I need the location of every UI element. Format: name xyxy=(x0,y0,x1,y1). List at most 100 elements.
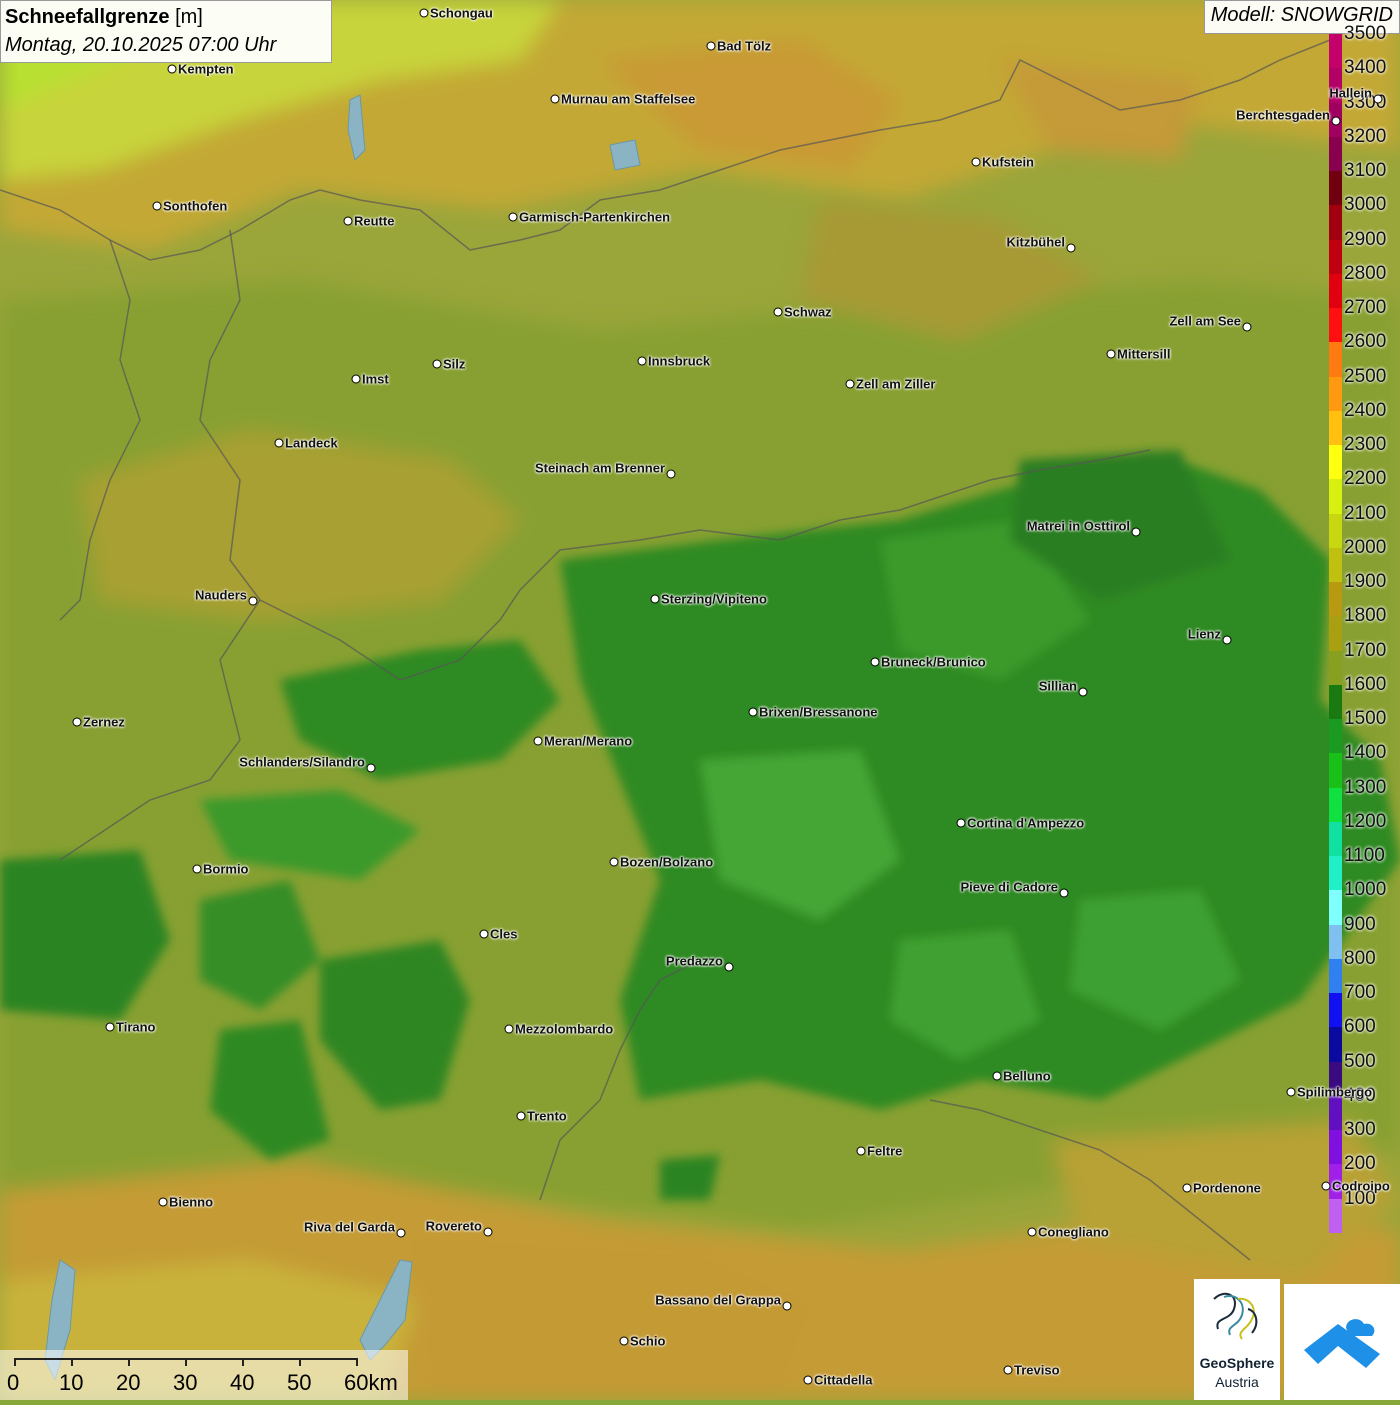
legend-label: 2500 xyxy=(1344,365,1387,387)
city-dot-icon xyxy=(1182,1183,1192,1193)
legend-swatch xyxy=(1329,136,1342,172)
city-dot-icon xyxy=(396,1228,406,1238)
city-dot-icon xyxy=(971,157,981,167)
city-dot-icon xyxy=(870,657,880,667)
legend-label: 1000 xyxy=(1344,879,1387,901)
legend-label: 2100 xyxy=(1344,502,1387,524)
legend-swatch xyxy=(1329,616,1342,651)
city-dot-icon xyxy=(516,1111,526,1121)
legend-swatch xyxy=(1329,890,1342,925)
city-label: Zell am Ziller xyxy=(856,376,936,392)
legend-swatch xyxy=(1329,410,1342,446)
city-dot-icon xyxy=(1027,1227,1037,1237)
legend-label: 500 xyxy=(1344,1050,1376,1072)
legend-label: 800 xyxy=(1344,947,1376,969)
scale-tick xyxy=(242,1358,244,1366)
legend-swatch xyxy=(1329,479,1342,514)
city-label: Sterzing/Vipiteno xyxy=(661,591,767,607)
legend-swatch xyxy=(1329,582,1342,617)
city-label: Feltre xyxy=(867,1143,903,1159)
city-label: Schongau xyxy=(430,5,493,21)
city-dot-icon xyxy=(782,1301,792,1311)
city-label: Belluno xyxy=(1003,1068,1051,1084)
legend-label: 700 xyxy=(1344,982,1376,1004)
city-label: Landeck xyxy=(285,435,338,451)
city-label: Mezzolombardo xyxy=(515,1021,614,1037)
city-label: Hallein xyxy=(1329,85,1372,101)
color-legend: 3500 3400 3300 3200 3100 3000 2900 2800 2700 2600… xyxy=(1329,23,1400,1233)
legend-label: 200 xyxy=(1344,1153,1376,1175)
city-dot-icon xyxy=(992,1071,1002,1081)
city-label: Lienz xyxy=(1187,626,1221,642)
scale-bar: 0 10 20 30 40 50 60km xyxy=(0,1350,408,1400)
city-dot-icon xyxy=(1106,349,1116,359)
logo-line-1: GeoSphere xyxy=(1199,1355,1275,1371)
legend-swatch xyxy=(1329,787,1342,822)
legend-label: 2000 xyxy=(1344,536,1387,558)
city-dot-icon xyxy=(619,1336,629,1346)
legend-swatch xyxy=(1329,273,1342,309)
legend-label: 2200 xyxy=(1344,468,1387,490)
city-dot-icon xyxy=(773,307,783,317)
city-label: Sillian xyxy=(1038,678,1077,694)
legend-label: 1200 xyxy=(1344,810,1387,832)
city-dot-icon xyxy=(1078,687,1088,697)
city-label: Kufstein xyxy=(982,154,1034,170)
legend-label: 600 xyxy=(1344,1016,1376,1038)
scale-label: 0 xyxy=(7,1370,20,1395)
city-label: Cortina d'Ampezzo xyxy=(967,815,1085,831)
city-dot-icon xyxy=(1131,527,1141,537)
city-label: Predazzo xyxy=(665,953,723,969)
legend-label: 3000 xyxy=(1344,194,1387,216)
city-dot-icon xyxy=(167,64,177,74)
city-label: Bienno xyxy=(169,1194,214,1210)
legend-label: 2800 xyxy=(1344,262,1387,284)
city-dot-icon xyxy=(724,962,734,972)
city-label: Nauders xyxy=(194,587,247,603)
city-dot-icon xyxy=(274,438,284,448)
legend-swatch xyxy=(1329,924,1342,959)
city-label: Reutte xyxy=(354,213,395,229)
legend-label: 1800 xyxy=(1344,605,1387,627)
city-label: Kitzbühel xyxy=(1006,234,1066,250)
legend-swatch xyxy=(1329,342,1342,377)
city-dot-icon xyxy=(1059,888,1069,898)
city-label: Spilimbergo xyxy=(1297,1084,1373,1100)
legend-swatch xyxy=(1329,1027,1342,1062)
city-dot-icon xyxy=(533,736,543,746)
city-dot-icon xyxy=(1003,1365,1013,1375)
city-dot-icon xyxy=(1242,322,1252,332)
legend-swatch xyxy=(1329,958,1342,994)
city-dot-icon xyxy=(637,356,647,366)
city-label: Murnau am Staffelsee xyxy=(561,91,696,107)
legend-label: 2400 xyxy=(1344,399,1387,421)
city-label: Rovereto xyxy=(425,1218,482,1234)
scale-tick xyxy=(128,1358,130,1366)
city-label: Codroipo xyxy=(1332,1178,1390,1194)
city-label: Trento xyxy=(527,1108,567,1124)
city-label: Schio xyxy=(630,1333,666,1349)
city-label: Zernez xyxy=(83,714,125,730)
city-label: Berchtesgaden xyxy=(1236,107,1330,123)
scale-label: 50 xyxy=(287,1370,312,1395)
scale-tick xyxy=(185,1358,187,1366)
city-dot-icon xyxy=(609,857,619,867)
legend-swatch xyxy=(1329,239,1342,274)
city-label: Imst xyxy=(362,371,389,387)
legend-label: 1600 xyxy=(1344,673,1387,695)
legend-swatch xyxy=(1329,821,1342,857)
city-dot-icon xyxy=(72,717,82,727)
city-label: Schlanders/Silandro xyxy=(239,754,365,770)
city-label: Silz xyxy=(443,356,466,372)
legend-swatch xyxy=(1329,993,1342,1028)
warning-app-logo xyxy=(1284,1284,1400,1400)
city-dot-icon xyxy=(845,379,855,389)
city-dot-icon xyxy=(650,594,660,604)
legend-label: 2600 xyxy=(1344,331,1387,353)
city-dot-icon xyxy=(158,1197,168,1207)
scale-tick xyxy=(14,1358,16,1366)
city-label: Kempten xyxy=(178,61,234,77)
scale-tick xyxy=(356,1358,358,1366)
legend-label: 1500 xyxy=(1344,708,1387,730)
legend-label: 3400 xyxy=(1344,57,1387,79)
